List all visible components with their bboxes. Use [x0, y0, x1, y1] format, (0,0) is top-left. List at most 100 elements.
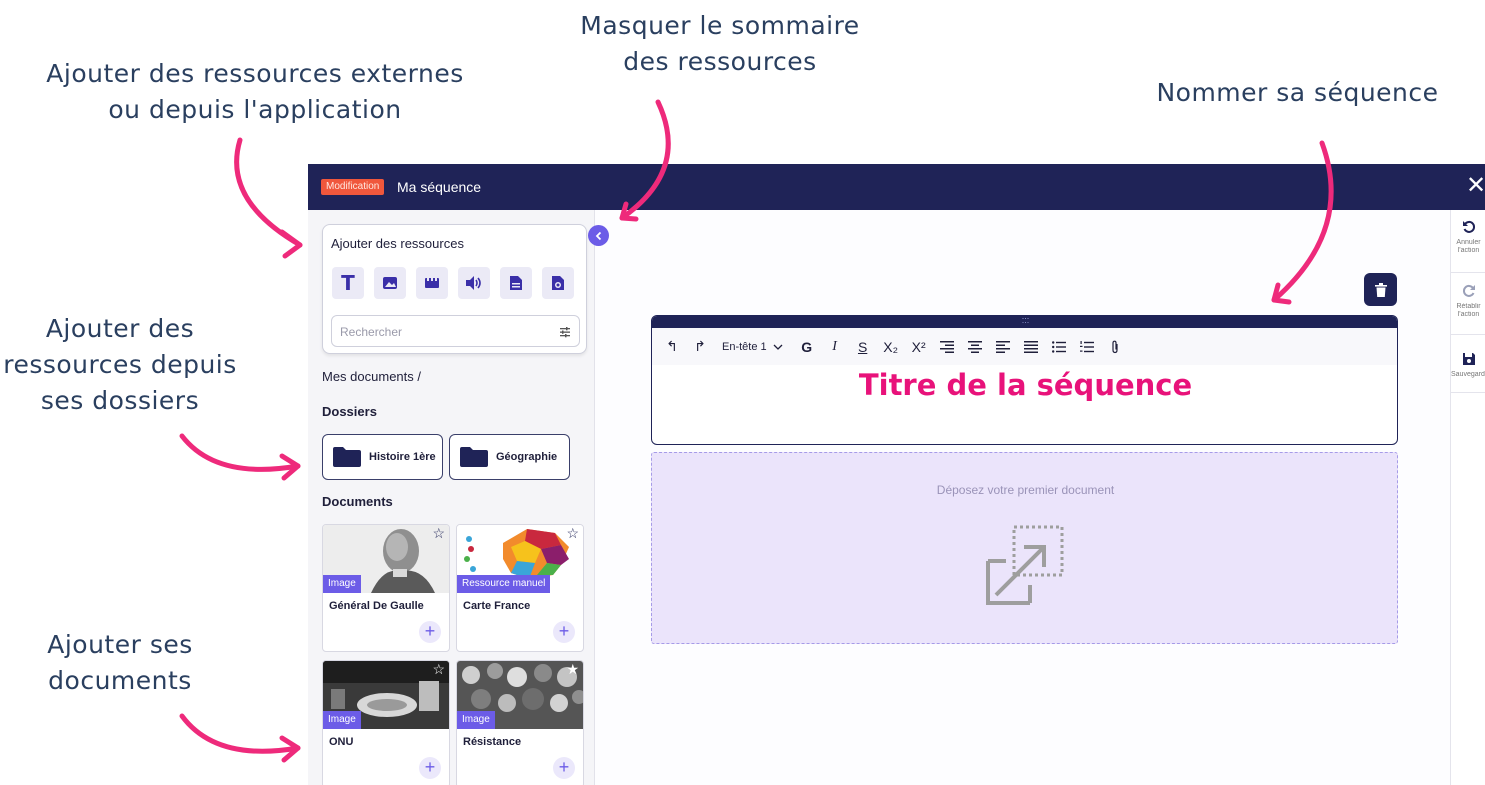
resource-icon[interactable] — [542, 267, 574, 299]
image-icon[interactable] — [374, 267, 406, 299]
annotation-line: Nommer sa séquence — [1156, 78, 1439, 107]
top-bar: Modification Ma séquence ✕ — [308, 164, 1485, 210]
collapse-sidebar-button[interactable] — [588, 225, 609, 246]
document-card[interactable]: ☆ Image ONU + — [322, 660, 450, 785]
annotation-line: Ajouter ses — [47, 630, 193, 659]
annotation-line: documents — [48, 666, 192, 695]
audio-icon[interactable] — [458, 267, 490, 299]
add-document-button[interactable]: + — [553, 621, 575, 643]
annotation-from-folders: Ajouter des ressources depuis ses dossie… — [0, 311, 260, 419]
undo-label: l'action — [1457, 247, 1480, 254]
close-icon[interactable]: ✕ — [1466, 173, 1485, 199]
search-input[interactable] — [340, 322, 540, 342]
add-document-button[interactable]: + — [419, 621, 441, 643]
document-icon[interactable] — [500, 267, 532, 299]
subscript-button[interactable]: X₂ — [881, 335, 901, 359]
star-icon[interactable]: ☆ — [432, 526, 445, 540]
annotation-line: ou depuis l'application — [108, 95, 402, 124]
document-name: ONU — [329, 736, 354, 748]
document-name: Résistance — [463, 736, 522, 748]
undo-label: Annuler — [1456, 239, 1481, 246]
annotation-add-documents: Ajouter ses documents — [20, 627, 220, 699]
arrow-add-documents — [179, 713, 301, 754]
numbered-list-icon[interactable] — [1077, 335, 1097, 359]
undo-button[interactable]: ↰ — [662, 335, 682, 359]
annotation-name-sequence: Nommer sa séquence — [1115, 75, 1480, 111]
document-card[interactable]: ★ Image Résistance + — [456, 660, 584, 785]
annotation-line: Masquer le sommaire — [580, 11, 860, 40]
folder-icon — [460, 447, 488, 467]
folders-heading: Dossiers — [322, 404, 377, 419]
save-button[interactable]: Sauvegarder — [1451, 352, 1485, 379]
document-dropzone[interactable]: Déposez votre premier document — [651, 452, 1398, 644]
actions-sidebar: Annuler l'action Rétablir l'action Sauve… — [1450, 210, 1485, 785]
add-document-button[interactable]: + — [419, 757, 441, 779]
align-center-icon[interactable] — [965, 335, 985, 359]
save-icon — [1462, 353, 1475, 365]
title-editor: ::: ↰ ↱ En-tête 1 G I S X₂ X² Titre de l… — [651, 315, 1398, 445]
divider — [1451, 334, 1485, 335]
italic-button[interactable]: I — [825, 335, 845, 359]
expand-icon — [986, 525, 1064, 605]
chevron-down-icon — [773, 344, 783, 350]
delete-button[interactable] — [1364, 273, 1397, 306]
annotation-line: Ajouter des — [45, 314, 195, 343]
annotation-line: Ajouter des ressources externes — [46, 59, 464, 88]
add-resources-panel: Ajouter des ressources T — [322, 224, 587, 354]
resources-sidebar: Ajouter des ressources T Rechercher Mes … — [308, 210, 595, 785]
filter-icon[interactable] — [559, 325, 571, 343]
document-type-tag: Image — [323, 711, 361, 729]
document-name: Carte France — [463, 600, 531, 612]
document-type-tag: Image — [457, 711, 495, 729]
arrow-head — [279, 453, 301, 481]
arrow-head — [279, 735, 301, 763]
undo-action-button[interactable]: Annuler l'action — [1451, 220, 1485, 255]
folder-label: Géographie — [496, 451, 558, 463]
align-justify-icon[interactable] — [1021, 335, 1041, 359]
document-type-tag: Image — [323, 575, 361, 593]
sequence-heading[interactable]: Titre de la séquence — [652, 368, 1397, 402]
annotation-line: des ressources — [623, 47, 817, 76]
heading-select[interactable]: En-tête 1 — [722, 335, 783, 359]
search-field — [331, 315, 580, 347]
sequence-editor-window: Modification Ma séquence ✕ Ajouter des r… — [308, 164, 1485, 785]
add-resources-title: Ajouter des ressources — [331, 236, 464, 251]
redo-icon — [1462, 284, 1475, 297]
divider — [1451, 272, 1485, 273]
redo-button[interactable]: ↱ — [690, 335, 710, 359]
star-filled-icon[interactable]: ★ — [566, 662, 579, 676]
document-card[interactable]: ☆ Ressource manuel Carte France + — [456, 524, 584, 652]
resource-type-icons: T — [332, 267, 574, 299]
superscript-button[interactable]: X² — [909, 335, 929, 359]
folder-geographie[interactable]: Géographie — [449, 434, 570, 480]
drag-handle[interactable]: ::: — [652, 316, 1397, 328]
add-document-button[interactable]: + — [553, 757, 575, 779]
arrow-from-folders — [179, 433, 301, 472]
divider — [1451, 392, 1485, 393]
attachment-icon[interactable] — [1105, 335, 1125, 359]
breadcrumb[interactable]: Mes documents / — [322, 369, 421, 384]
dropzone-text: Déposez votre premier document — [936, 483, 1115, 497]
bold-button[interactable]: G — [797, 335, 817, 359]
video-icon[interactable] — [416, 267, 448, 299]
chevron-left-icon — [595, 231, 601, 240]
align-right-icon[interactable] — [937, 335, 957, 359]
strike-button[interactable]: S — [853, 335, 873, 359]
align-left-icon[interactable] — [993, 335, 1013, 359]
annotation-line: ressources depuis — [3, 350, 237, 379]
redo-label: Rétablir — [1456, 303, 1481, 310]
document-card[interactable]: ☆ Image Général De Gaulle + — [322, 524, 450, 652]
bullet-list-icon[interactable] — [1049, 335, 1069, 359]
text-icon[interactable]: T — [332, 267, 364, 299]
star-icon[interactable]: ☆ — [432, 662, 445, 676]
document-type-tag: Ressource manuel — [457, 575, 551, 593]
save-label: Sauvegarder — [1451, 371, 1485, 378]
star-icon[interactable]: ☆ — [566, 526, 579, 540]
editor-toolbar: ↰ ↱ En-tête 1 G I S X₂ X² — [652, 328, 1397, 365]
mode-badge: Modification — [321, 179, 385, 195]
sequence-title[interactable]: Ma séquence — [397, 177, 481, 197]
document-name: Général De Gaulle — [329, 600, 424, 612]
redo-action-button[interactable]: Rétablir l'action — [1451, 284, 1485, 319]
arrow-head — [279, 229, 303, 259]
folder-histoire[interactable]: Histoire 1ère — [322, 434, 443, 480]
